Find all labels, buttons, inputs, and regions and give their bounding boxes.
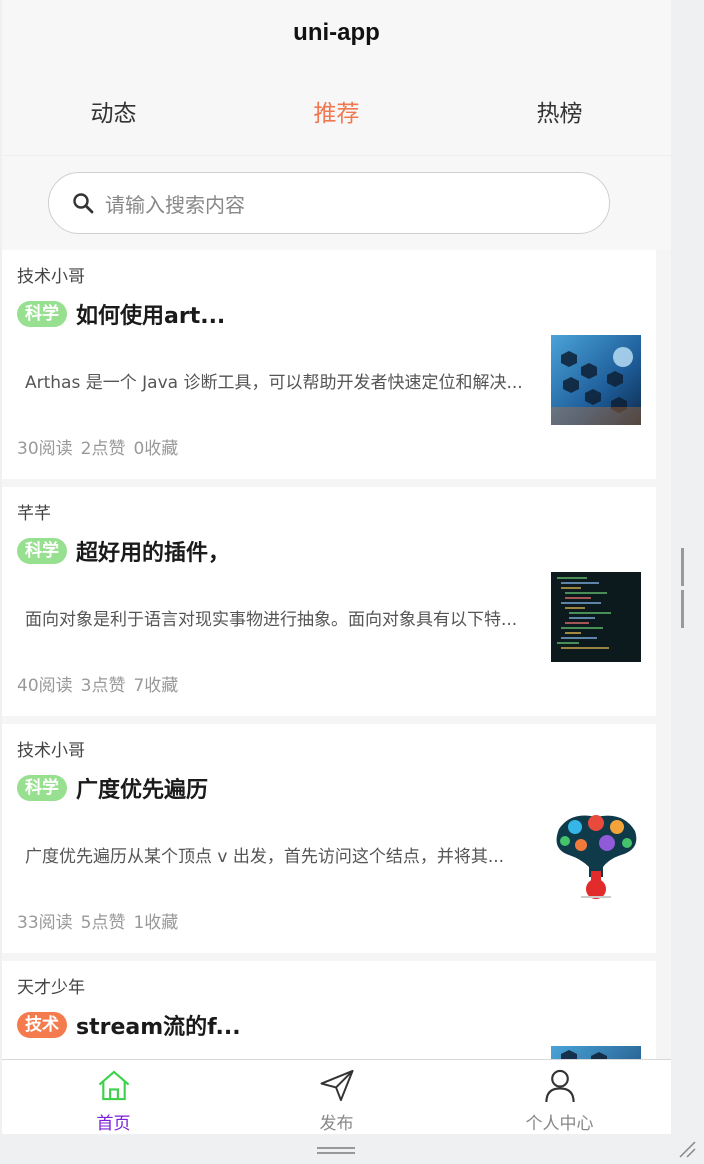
like-count: 5点赞 [80,913,126,933]
read-count: 33阅读 [17,913,73,933]
search-placeholder: 请输入搜索内容 [105,192,245,217]
user-icon [544,1069,575,1103]
navbar: uni-app [2,0,671,66]
app-screen: uni-app 动态 推荐 热榜 请输入搜索内容 技术小哥 科学 如何使用art… [2,0,671,1134]
horizontal-resize-handle[interactable] [317,1147,355,1155]
tab-rebang[interactable]: 热榜 [448,94,671,128]
article-title: 如何使用art... [76,304,226,329]
tabbar-home[interactable]: 首页 [2,1060,225,1134]
tab-dongtai[interactable]: 动态 [2,94,225,128]
article-tag: 技术 [17,1012,67,1038]
resize-corner-icon[interactable] [678,1140,696,1158]
article-author: 技术小哥 [17,741,85,761]
search-input[interactable]: 请输入搜索内容 [48,172,610,234]
article-summary: Arthas 是一个 Java 诊断工具，可以帮助开发者快速定位和解决... [25,373,523,393]
search-area: 请输入搜索内容 [2,156,671,250]
home-icon [98,1070,129,1101]
search-icon [73,193,94,214]
article-title: stream流的f... [76,1015,241,1040]
article-stats: 30阅读 2点赞 0收藏 [17,434,186,459]
science-flask-image [551,809,641,899]
article-card[interactable]: 技术小哥 科学 广度优先遍历 广度优先遍历从某个顶点 v 出发，首先访问这个结点… [2,724,656,953]
tech-hexagon-image [551,335,641,425]
tabbar-label: 个人中心 [525,1114,594,1134]
category-tabs: 动态 推荐 热榜 [2,66,671,156]
article-stats: 40阅读 3点赞 7收藏 [17,671,186,696]
article-stats: 33阅读 5点赞 1收藏 [17,908,186,933]
article-title: 广度优先遍历 [76,778,209,803]
code-screen-image [551,572,641,662]
send-icon [319,1069,354,1102]
article-tag: 科学 [17,301,67,327]
article-list: 技术小哥 科学 如何使用art... Arthas 是一个 Java 诊断工具，… [2,250,671,1134]
article-card[interactable]: 芊芊 科学 超好用的插件， 面向对象是利于语言对现实事物进行抽象。面向对象具有以… [2,487,656,716]
tabbar-profile[interactable]: 个人中心 [448,1060,671,1134]
like-count: 3点赞 [80,676,126,696]
tabbar-publish[interactable]: 发布 [225,1060,448,1134]
article-summary: 广度优先遍历从某个顶点 v 出发，首先访问这个结点，并将其... [25,847,505,867]
article-tag: 科学 [17,538,67,564]
app-title: uni-app [293,19,380,46]
read-count: 40阅读 [17,676,73,696]
tabbar-label: 发布 [319,1114,354,1134]
article-tag: 科学 [17,775,67,801]
article-author: 天才少年 [17,978,85,998]
fav-count: 1收藏 [133,913,179,933]
article-summary: 面向对象是利于语言对现实事物进行抽象。面向对象具有以下特... [25,610,518,630]
fav-count: 0收藏 [133,439,179,459]
fav-count: 7收藏 [133,676,179,696]
bottom-tabbar: 首页 发布 个人中心 [2,1059,671,1134]
article-author: 芊芊 [17,504,51,524]
article-title: 超好用的插件， [76,541,231,566]
vertical-resize-handle[interactable] [681,548,689,628]
article-card[interactable]: 技术小哥 科学 如何使用art... Arthas 是一个 Java 诊断工具，… [2,250,656,479]
tab-tuijian[interactable]: 推荐 [225,94,448,128]
tabbar-label: 首页 [96,1114,131,1134]
like-count: 2点赞 [80,439,126,459]
read-count: 30阅读 [17,439,73,459]
article-author: 技术小哥 [17,267,85,287]
